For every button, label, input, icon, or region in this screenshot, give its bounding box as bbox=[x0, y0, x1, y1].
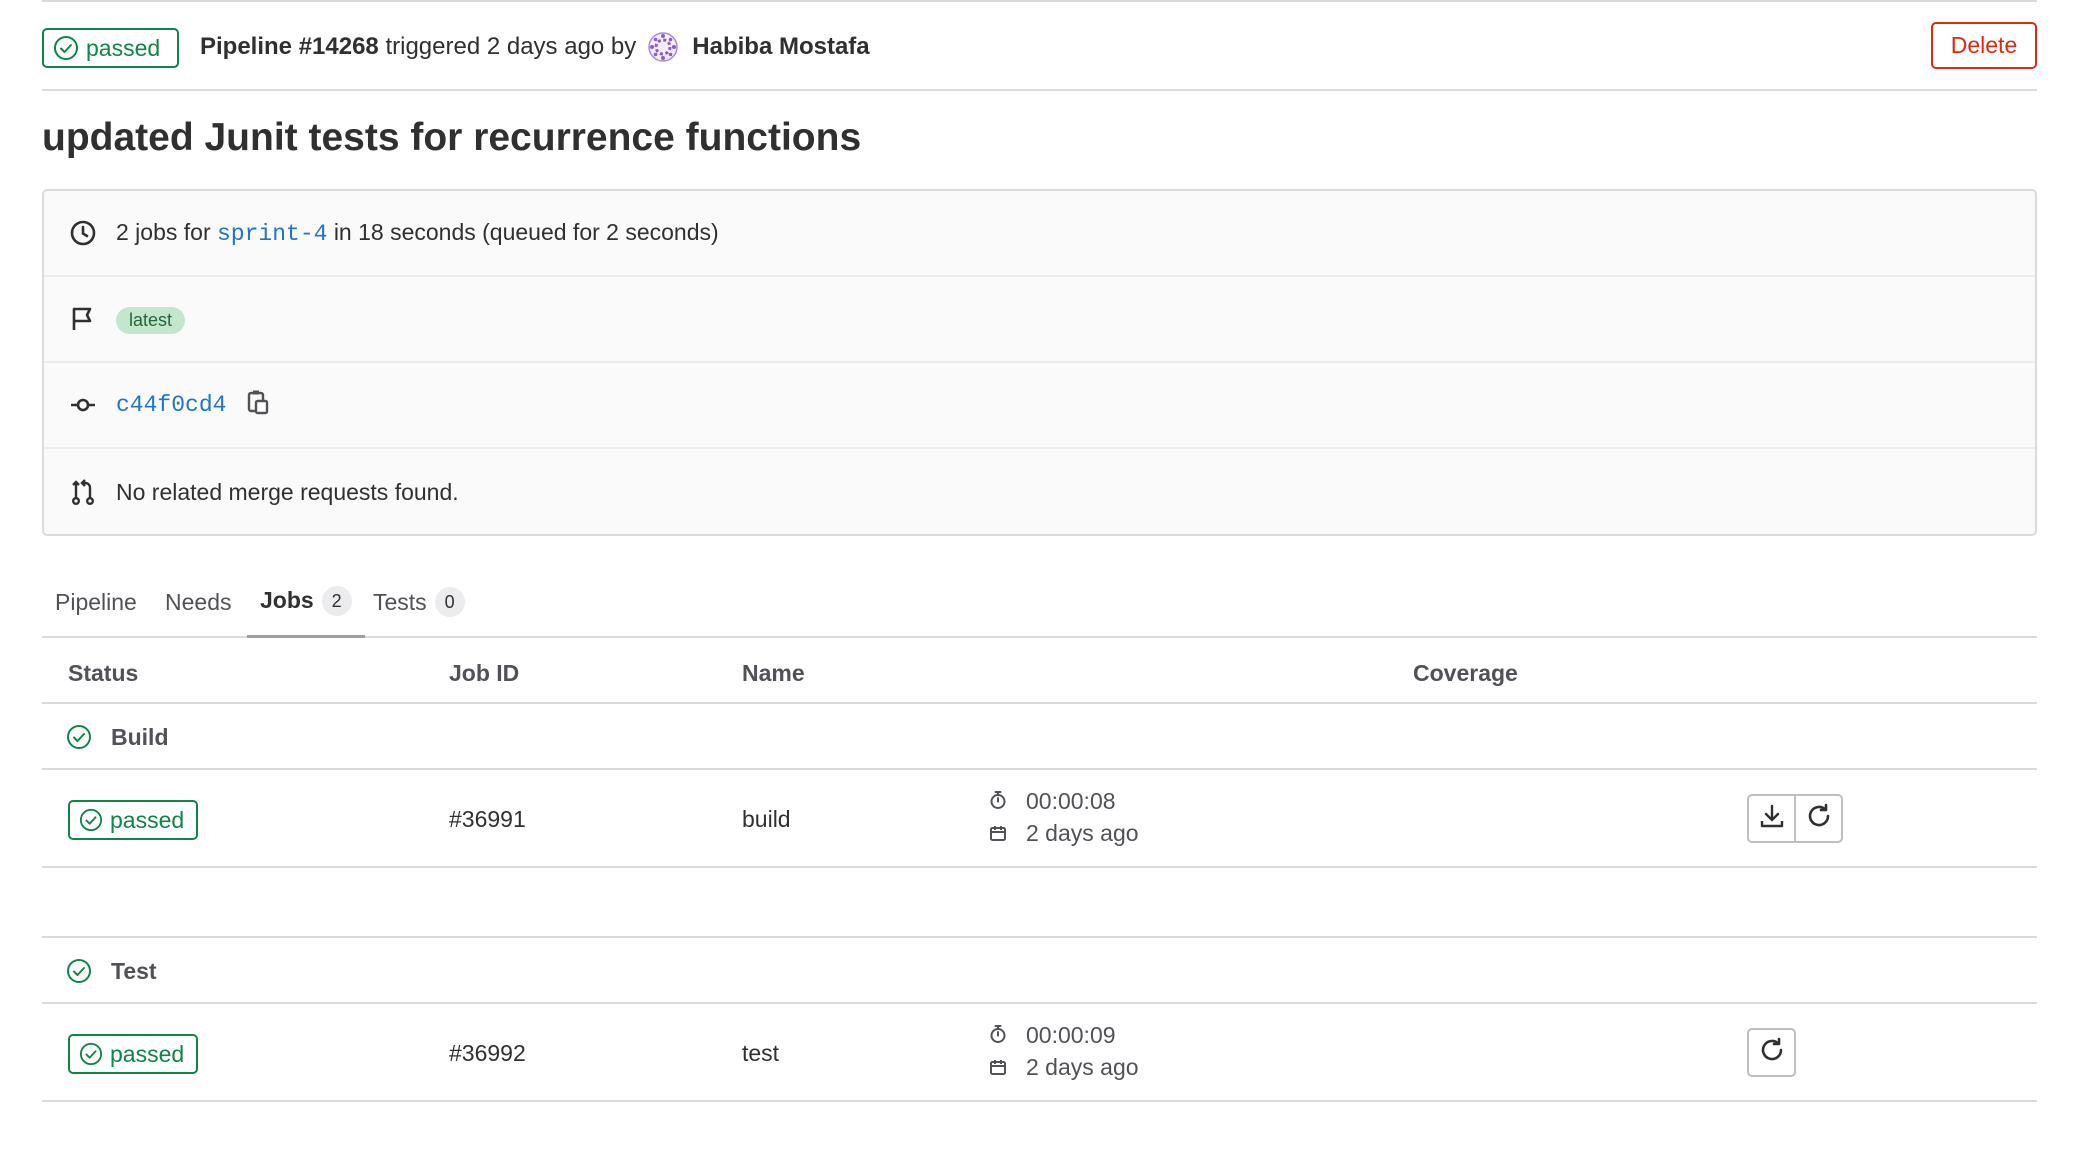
jobs-info-text: 2 jobs for sprint-4 in 18 seconds (queue… bbox=[116, 219, 719, 247]
job-name: build bbox=[742, 806, 791, 832]
jobs-count-badge: 2 bbox=[321, 585, 352, 616]
tab-needs[interactable]: Needs bbox=[165, 566, 231, 638]
job-finished-text: 2 days ago bbox=[1026, 1054, 1139, 1080]
job-id-link[interactable]: #36991 bbox=[449, 806, 526, 833]
user-name-link[interactable]: Habiba Mostafa bbox=[692, 33, 869, 61]
check-circle-icon bbox=[79, 1042, 103, 1066]
pipeline-tabs: Pipeline Needs Jobs 2 Tests 0 bbox=[42, 566, 2037, 638]
job-name: test bbox=[742, 1040, 780, 1066]
commit-container: c44f0cd4 bbox=[116, 389, 269, 421]
job-actions bbox=[1747, 794, 1843, 843]
timer-icon bbox=[989, 1023, 1013, 1050]
merge-request-row: No related merge requests found. bbox=[44, 449, 2035, 535]
pipeline-page: passed Pipeline #14268 triggered 2 days … bbox=[0, 0, 2092, 1156]
retry-button[interactable] bbox=[1794, 794, 1843, 843]
jobs-info-row: 2 jobs for sprint-4 in 18 seconds (queue… bbox=[44, 191, 2035, 277]
job-finished-text: 2 days ago bbox=[1026, 820, 1139, 846]
column-header-job-id: Job ID bbox=[449, 660, 520, 686]
job-finished: 2 days ago bbox=[989, 1054, 1139, 1082]
latest-badge: latest bbox=[116, 306, 186, 334]
job-duration: 00:00:08 bbox=[989, 788, 1116, 816]
tab-jobs-label: Jobs bbox=[260, 587, 314, 613]
job-id-link[interactable]: #36992 bbox=[449, 1040, 526, 1067]
job-actions bbox=[1747, 1028, 1796, 1077]
retry-button[interactable] bbox=[1747, 1028, 1796, 1077]
clock-icon bbox=[69, 219, 97, 247]
commit-icon bbox=[69, 391, 97, 419]
commit-info-row: c44f0cd4 bbox=[44, 363, 2035, 449]
job-finished: 2 days ago bbox=[989, 820, 1139, 848]
job-duration: 00:00:09 bbox=[989, 1022, 1116, 1050]
job-status-label: passed bbox=[110, 1040, 185, 1067]
check-circle-icon bbox=[66, 958, 92, 989]
jobs-count-text: 2 jobs for bbox=[116, 219, 211, 245]
column-header-status: Status bbox=[68, 660, 139, 686]
download-icon bbox=[1759, 803, 1785, 834]
column-header-coverage: Coverage bbox=[1413, 660, 1518, 686]
download-artifacts-button[interactable] bbox=[1747, 794, 1796, 843]
job-status-badge[interactable]: passed bbox=[68, 800, 199, 840]
job-status-badge[interactable]: passed bbox=[68, 1034, 199, 1074]
jobs-duration-text: in 18 seconds (queued for 2 seconds) bbox=[333, 219, 719, 245]
copy-icon[interactable] bbox=[247, 389, 269, 421]
stage-row-test: Test bbox=[42, 936, 2037, 1004]
pipeline-status-badge[interactable]: passed bbox=[42, 28, 180, 68]
tab-pipeline[interactable]: Pipeline bbox=[55, 566, 137, 638]
pipeline-info-panel: 2 jobs for sprint-4 in 18 seconds (queue… bbox=[42, 189, 2037, 536]
merge-request-text: No related merge requests found. bbox=[116, 478, 459, 505]
tab-jobs[interactable]: Jobs 2 bbox=[247, 566, 365, 638]
pipeline-summary: Pipeline #14268 triggered 2 days ago by … bbox=[200, 32, 870, 62]
jobs-table-header: Status Job ID Name Coverage bbox=[42, 638, 2037, 704]
delete-button[interactable]: Delete bbox=[1931, 22, 2037, 69]
flag-icon bbox=[69, 305, 97, 333]
calendar-icon bbox=[989, 821, 1013, 848]
page-title: updated Junit tests for recurrence funct… bbox=[42, 116, 862, 159]
tab-needs-label: Needs bbox=[165, 588, 232, 615]
stage-row-build: Build bbox=[42, 704, 2037, 770]
job-row: passed #36991 build 00:00:08 2 days ago bbox=[42, 770, 2037, 868]
stage-name: Test bbox=[111, 958, 157, 984]
tab-tests[interactable]: Tests 0 bbox=[373, 566, 465, 638]
job-duration-text: 00:00:08 bbox=[1026, 788, 1116, 814]
tag-container: latest bbox=[116, 305, 186, 334]
tag-info-row: latest bbox=[44, 277, 2035, 363]
timer-icon bbox=[989, 789, 1013, 816]
tests-count-badge: 0 bbox=[434, 587, 465, 617]
calendar-icon bbox=[989, 1055, 1013, 1082]
column-header-name: Name bbox=[742, 660, 805, 686]
pipeline-header: passed Pipeline #14268 triggered 2 days … bbox=[42, 0, 2037, 91]
tab-pipeline-label: Pipeline bbox=[55, 588, 137, 615]
job-duration-text: 00:00:09 bbox=[1026, 1022, 1116, 1048]
avatar[interactable] bbox=[648, 32, 679, 62]
stage-name: Build bbox=[111, 724, 169, 750]
merge-request-icon bbox=[69, 478, 97, 506]
check-circle-icon bbox=[66, 724, 92, 755]
tab-tests-label: Tests bbox=[373, 588, 427, 615]
status-label: passed bbox=[86, 34, 161, 61]
check-circle-icon bbox=[53, 35, 79, 61]
retry-icon bbox=[1805, 802, 1833, 835]
pipeline-id: Pipeline #14268 bbox=[200, 33, 379, 60]
commit-sha-link[interactable]: c44f0cd4 bbox=[116, 392, 226, 418]
job-status-label: passed bbox=[110, 806, 185, 833]
triggered-text: triggered 2 days ago by bbox=[385, 33, 637, 60]
job-row: passed #36992 test 00:00:09 2 days ago bbox=[42, 1004, 2037, 1102]
retry-icon bbox=[1758, 1036, 1786, 1069]
check-circle-icon bbox=[79, 808, 103, 832]
branch-link[interactable]: sprint-4 bbox=[217, 221, 327, 247]
